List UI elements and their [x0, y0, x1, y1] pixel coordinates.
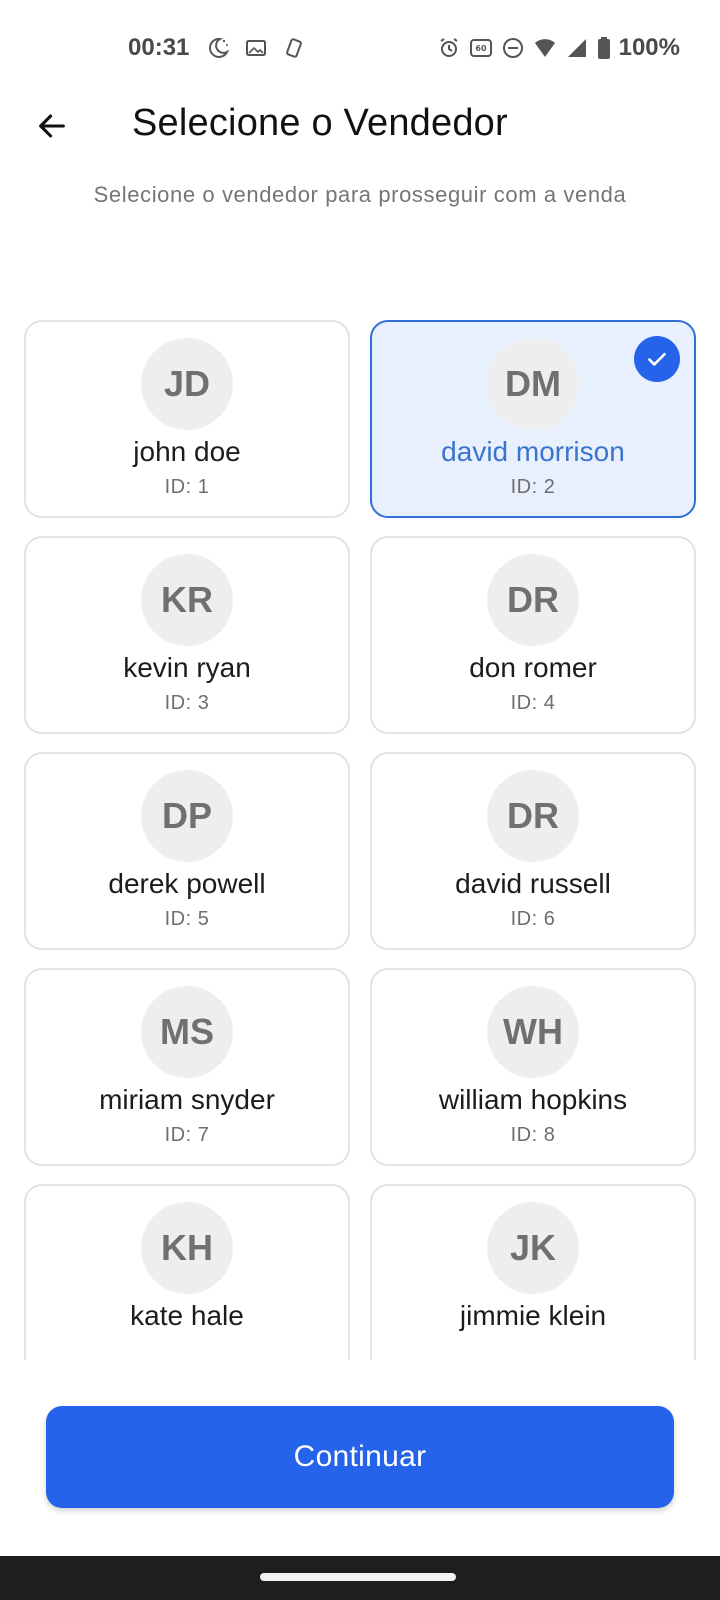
seller-card[interactable]: KH kate hale — [24, 1184, 350, 1360]
app-bar: Selecione o Vendedor — [0, 96, 720, 156]
status-left-icons — [206, 36, 306, 60]
seller-id: ID: 1 — [164, 476, 210, 498]
avatar-initials: JK — [509, 1227, 557, 1268]
seller-name: kevin ryan — [123, 652, 251, 683]
avatar-initials: DM — [505, 363, 561, 404]
continue-button[interactable]: Continuar — [46, 1406, 674, 1508]
avatar-initials: JD — [163, 363, 211, 404]
night-mode-icon — [206, 36, 230, 60]
avatar: KR — [141, 554, 233, 646]
seller-name: jimmie klein — [459, 1300, 607, 1331]
back-button[interactable] — [28, 102, 76, 150]
seller-list[interactable]: JD john doe ID: 1 DM david morrison ID: … — [0, 320, 720, 1360]
wifi-icon — [533, 36, 557, 60]
avatar-initials: WH — [503, 1011, 563, 1052]
seller-card[interactable]: WH william hopkins ID: 8 — [370, 968, 696, 1166]
seller-card[interactable]: KR kevin ryan ID: 3 — [24, 536, 350, 734]
seller-id: ID: 5 — [164, 908, 210, 930]
seller-id: ID: 3 — [164, 692, 210, 714]
image-icon — [244, 36, 268, 60]
seller-name: kate hale — [130, 1300, 244, 1331]
do-not-disturb-icon — [501, 36, 525, 60]
avatar: DM — [487, 338, 579, 430]
seller-name: derek powell — [108, 868, 266, 899]
seller-name: miriam snyder — [99, 1084, 275, 1115]
seller-id: ID: 8 — [510, 1124, 556, 1146]
status-bar: 00:31 60 100% — [0, 0, 720, 100]
seller-id: ID: 6 — [510, 908, 556, 930]
seller-card[interactable]: JD john doe ID: 1 — [24, 320, 350, 518]
avatar: DR — [487, 770, 579, 862]
avatar-initials: DR — [507, 795, 559, 836]
seller-card[interactable]: DP derek powell ID: 5 — [24, 752, 350, 950]
seller-name: john doe — [133, 436, 241, 467]
home-gesture-handle[interactable] — [260, 1573, 456, 1581]
svg-text:60: 60 — [475, 44, 487, 53]
seller-id: ID: 4 — [510, 692, 556, 714]
rotate-device-icon — [282, 36, 306, 60]
page-title: Selecione o Vendedor — [132, 102, 508, 144]
avatar: JK — [487, 1202, 579, 1294]
avatar: JD — [141, 338, 233, 430]
refresh-rate-60hz-icon: 60 — [469, 36, 493, 60]
navigation-bar — [0, 1556, 720, 1600]
seller-card[interactable]: JK jimmie klein — [370, 1184, 696, 1360]
avatar-initials: DP — [161, 795, 212, 836]
avatar: DR — [487, 554, 579, 646]
avatar: KH — [141, 1202, 233, 1294]
seller-card[interactable]: MS miriam snyder ID: 7 — [24, 968, 350, 1166]
seller-id: ID: 7 — [164, 1124, 210, 1146]
avatar: MS — [141, 986, 233, 1078]
avatar-initials: MS — [160, 1011, 214, 1052]
seller-card[interactable]: DR david russell ID: 6 — [370, 752, 696, 950]
signal-icon — [565, 36, 589, 60]
seller-grid: JD john doe ID: 1 DM david morrison ID: … — [24, 320, 696, 1360]
seller-id: ID: 2 — [510, 476, 556, 498]
seller-card[interactable]: DM david morrison ID: 2 — [370, 320, 696, 518]
arrow-back-icon — [39, 114, 65, 138]
alarm-icon — [437, 36, 461, 60]
avatar-initials: KR — [161, 579, 213, 620]
seller-name: william hopkins — [438, 1084, 628, 1115]
avatar: WH — [487, 986, 579, 1078]
battery-icon — [597, 36, 611, 60]
avatar: DP — [141, 770, 233, 862]
status-time: 00:31 — [128, 34, 190, 61]
seller-name: david morrison — [441, 436, 625, 467]
avatar-initials: KH — [161, 1227, 213, 1268]
continue-label: Continuar — [293, 1440, 427, 1473]
seller-card[interactable]: DR don romer ID: 4 — [370, 536, 696, 734]
seller-name: david russell — [455, 868, 611, 899]
battery-percentage: 100% — [618, 34, 680, 61]
page-subtitle: Selecione o vendedor para prosseguir com… — [93, 182, 627, 207]
screen: 00:31 60 100% Selecione o Vendedor Selec… — [0, 0, 720, 1600]
selected-check-icon — [634, 336, 680, 382]
seller-name: don romer — [469, 652, 597, 683]
avatar-initials: DR — [507, 579, 559, 620]
status-right: 60 100% — [437, 34, 680, 62]
